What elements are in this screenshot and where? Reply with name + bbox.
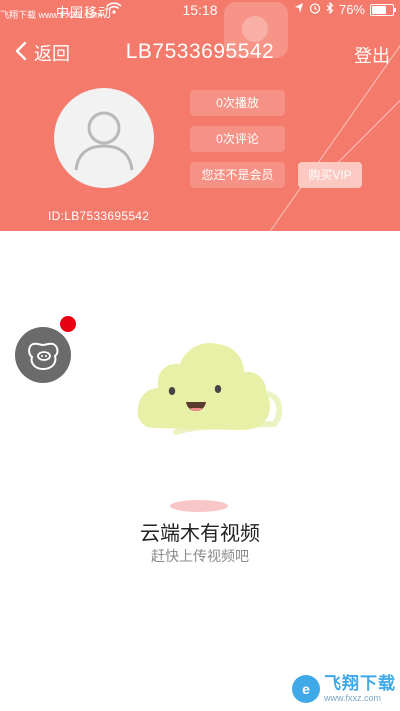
header-decoration-line bbox=[329, 71, 400, 171]
location-icon bbox=[294, 2, 304, 17]
user-id-label: ID:LB7533695542 bbox=[48, 209, 150, 223]
brand-name: 飞翔下载 bbox=[324, 674, 396, 693]
plays-count: 0次播放 bbox=[190, 90, 285, 116]
pig-face-icon bbox=[28, 342, 59, 371]
brand-logo-icon: e bbox=[292, 675, 320, 703]
empty-state-subtitle: 赶快上传视频吧 bbox=[151, 548, 249, 564]
logout-button[interactable]: 登出 bbox=[354, 42, 390, 68]
assistive-float-button[interactable] bbox=[15, 327, 71, 383]
navigation-bar: 返回 LB7533695542 登出 bbox=[0, 36, 400, 72]
avatar[interactable] bbox=[54, 88, 154, 188]
bluetooth-icon bbox=[326, 1, 334, 17]
empty-state-title: 云端木有视频 bbox=[140, 523, 260, 545]
battery-icon bbox=[370, 3, 396, 16]
brand-url: www.fxxz.com bbox=[324, 693, 382, 703]
membership-status: 您还不是会员 bbox=[190, 162, 285, 188]
profile-header: 飞翔下载 www.FXXZ.com 中国移动 15:18 76% 返回 LB75… bbox=[0, 0, 400, 231]
comments-count: 0次评论 bbox=[190, 126, 285, 152]
watermark-logo: e 飞翔下载 www.fxxz.com bbox=[292, 667, 400, 711]
alarm-icon bbox=[309, 2, 321, 17]
page-title: LB7533695542 bbox=[125, 40, 275, 63]
buy-vip-button[interactable]: 购买VIP bbox=[298, 162, 362, 188]
user-silhouette-icon bbox=[74, 111, 134, 171]
status-bar: 飞翔下载 www.FXXZ.com 中国移动 15:18 76% bbox=[0, 0, 400, 22]
empty-cloud-illustration bbox=[136, 336, 283, 440]
notification-badge bbox=[60, 316, 76, 332]
battery-percent: 76% bbox=[338, 2, 365, 17]
illustration-shadow bbox=[170, 500, 228, 512]
